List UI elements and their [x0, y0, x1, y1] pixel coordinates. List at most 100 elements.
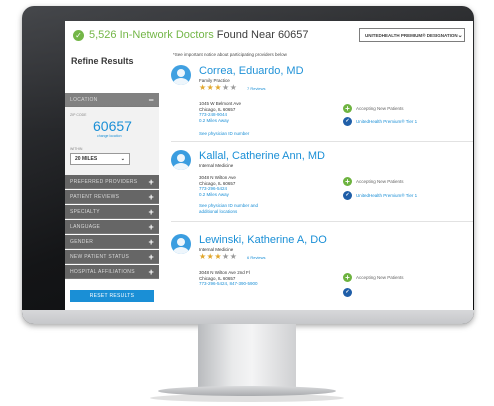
sidebar-section-new-patient-status[interactable]: NEW PATIENT STATUS + — [65, 250, 159, 264]
accepting-patients-badge: + Accepting New Patients — [343, 177, 404, 186]
doctor-address: 3048 N Wilton Ave 2nd Fl Chicago, IL 606… — [199, 270, 258, 287]
star-icon: ★ — [214, 83, 223, 92]
sidebar-section-label: LOCATION — [70, 96, 98, 103]
distance-select-value: 20 MILES — [75, 156, 98, 162]
plus-icon: + — [148, 251, 154, 262]
star-icon: ★ — [222, 83, 230, 92]
star-icon: ★ — [199, 252, 207, 261]
plus-icon: + — [148, 236, 154, 247]
sidebar-section-hospital-affiliations[interactable]: HOSPITAL AFFILIATIONS + — [65, 265, 159, 279]
reviews-link[interactable]: 6 Reviews — [247, 255, 265, 260]
plus-icon: + — [148, 266, 154, 277]
designation-dropdown-label: UNITEDHEALTH PREMIUM® DESIGNATION — [365, 32, 458, 38]
monitor-base — [158, 386, 336, 396]
plus-icon: + — [148, 191, 154, 202]
address-line: 3048 N Wilton Ave — [199, 175, 236, 180]
address-line: 3048 N Wilton Ave 2nd Fl — [199, 270, 250, 275]
doctor-card: Kallal, Catherine Ann, MD Internal Medic… — [171, 141, 473, 221]
premium-badge-icon: ✓ — [343, 288, 352, 297]
accepting-patients-badge: + Accepting New Patients — [343, 273, 404, 282]
reset-results-button[interactable]: RESET RESULTS — [70, 290, 154, 302]
sidebar-section-label: PREFERRED PROVIDERS — [70, 178, 138, 185]
star-icon: ★ — [222, 252, 230, 261]
sidebar-section-label: LANGUAGE — [70, 223, 101, 230]
results-list: *See important notice about participatin… — [171, 51, 473, 310]
results-title-text: In-Network Doctors — [119, 29, 214, 41]
doctor-name-link[interactable]: Correa, Eduardo, MD — [199, 65, 304, 77]
doctor-name-link[interactable]: Lewinski, Katherine A, DO — [199, 234, 327, 246]
sidebar-section-label: PATIENT REVIEWS — [70, 193, 120, 200]
provider-notice: *See important notice about participatin… — [173, 52, 287, 57]
accepting-patients-text: Accepting New Patients — [356, 179, 404, 184]
physician-id-link-line: additional locations — [199, 208, 238, 214]
results-count: 5,526 — [89, 29, 117, 41]
plus-icon: + — [148, 221, 154, 232]
doctor-card: Correa, Eduardo, MD Family Practice ★★★★… — [171, 61, 473, 141]
change-location-link[interactable]: change location — [97, 134, 122, 138]
monitor: ✓ 5,526 In-Network Doctors Found Near 60… — [22, 6, 474, 324]
premium-badge-icon: ✓ — [343, 191, 352, 200]
premium-tier-link[interactable]: UnitedHealth Premium® Tier 1 — [356, 119, 417, 124]
chevron-down-icon: ⌄ — [120, 156, 125, 162]
premium-tier-link[interactable]: UnitedHealth Premium® Tier 1 — [356, 193, 417, 198]
plus-circle-icon: + — [343, 177, 352, 186]
premium-tier-badge: ✓ — [343, 288, 356, 297]
sidebar-section-patient-reviews[interactable]: PATIENT REVIEWS + — [65, 190, 159, 204]
monitor-stand — [198, 324, 296, 390]
within-label: WITHIN — [70, 147, 83, 151]
plus-circle-icon: + — [343, 273, 352, 282]
sidebar-section-label: SPECIALTY — [70, 208, 100, 215]
results-title: 5,526 In-Network Doctors Found Near 6065… — [89, 29, 309, 41]
sidebar-section-language[interactable]: LANGUAGE + — [65, 220, 159, 234]
chevron-down-icon: ⌄ — [457, 32, 463, 39]
star-icon: ★ — [199, 83, 207, 92]
accepting-patients-text: Accepting New Patients — [356, 106, 404, 111]
star-icon: ★ — [229, 83, 238, 92]
physician-id-link[interactable]: See physician ID number and additional l… — [199, 203, 258, 214]
accepting-patients-text: Accepting New Patients — [356, 275, 404, 280]
premium-badge-icon: ✓ — [343, 117, 352, 126]
sidebar-section-location[interactable]: LOCATION − — [65, 93, 159, 107]
sidebar-section-specialty[interactable]: SPECIALTY + — [65, 205, 159, 219]
plus-icon: + — [148, 176, 154, 187]
phone-number[interactable]: 773-296-5424, 847-390-5900 — [199, 281, 258, 287]
check-circle-icon: ✓ — [73, 29, 84, 41]
plus-icon: + — [148, 206, 154, 217]
doctor-address: 1045 W Belmont Ave Chicago, IL 60657 773… — [199, 101, 241, 123]
avatar — [171, 150, 191, 170]
zip-code-value: 60657 — [93, 118, 132, 134]
results-header: ✓ 5,526 In-Network Doctors Found Near 60… — [65, 21, 473, 49]
plus-circle-icon: + — [343, 104, 352, 113]
location-panel: ZIP CODE 60657 change location WITHIN 20… — [65, 107, 159, 175]
distance-text: 0.2 Miles Away — [199, 191, 229, 197]
minus-icon: − — [148, 94, 154, 105]
star-rating: ★★★★★ — [199, 252, 237, 261]
accepting-patients-badge: + Accepting New Patients — [343, 104, 404, 113]
sidebar-section-gender[interactable]: GENDER + — [65, 235, 159, 249]
sidebar-section-preferred-providers[interactable]: PREFERRED PROVIDERS + — [65, 175, 159, 189]
star-rating: ★★★★★ — [199, 83, 237, 92]
doctor-name-link[interactable]: Kallal, Catherine Ann, MD — [199, 150, 325, 162]
avatar — [171, 65, 191, 85]
monitor-chin — [22, 310, 474, 324]
premium-tier-badge: ✓ UnitedHealth Premium® Tier 1 — [343, 117, 417, 126]
avatar — [171, 234, 191, 254]
sidebar-section-label: HOSPITAL AFFILIATIONS — [70, 268, 135, 275]
doctor-card: Lewinski, Katherine A, DO Internal Medic… — [171, 221, 473, 310]
zip-code-label: ZIP CODE — [70, 113, 87, 117]
star-icon: ★ — [214, 252, 223, 261]
premium-tier-badge: ✓ UnitedHealth Premium® Tier 1 — [343, 191, 417, 200]
screen: ✓ 5,526 In-Network Doctors Found Near 60… — [65, 21, 473, 310]
doctor-specialty: Internal Medicine — [199, 163, 234, 168]
distance-select[interactable]: 20 MILES ⌄ — [70, 153, 130, 165]
address-line: 1045 W Belmont Ave — [199, 101, 241, 106]
refine-sidebar: Refine Results LOCATION − ZIP CODE 60657… — [65, 51, 163, 310]
designation-dropdown[interactable]: UNITEDHEALTH PREMIUM® DESIGNATION ⌄ — [359, 28, 465, 42]
sidebar-section-label: NEW PATIENT STATUS — [70, 253, 130, 260]
reviews-link[interactable]: 7 Reviews — [247, 86, 265, 91]
physician-id-link-line: See physician ID number and — [199, 203, 259, 208]
physician-id-link[interactable]: See physician ID number — [199, 131, 249, 137]
refine-results-title: Refine Results — [71, 56, 134, 66]
results-title-found: Found Near 60657 — [216, 29, 309, 41]
doctor-address: 3048 N Wilton Ave Chicago, IL 60657 773-… — [199, 175, 236, 197]
